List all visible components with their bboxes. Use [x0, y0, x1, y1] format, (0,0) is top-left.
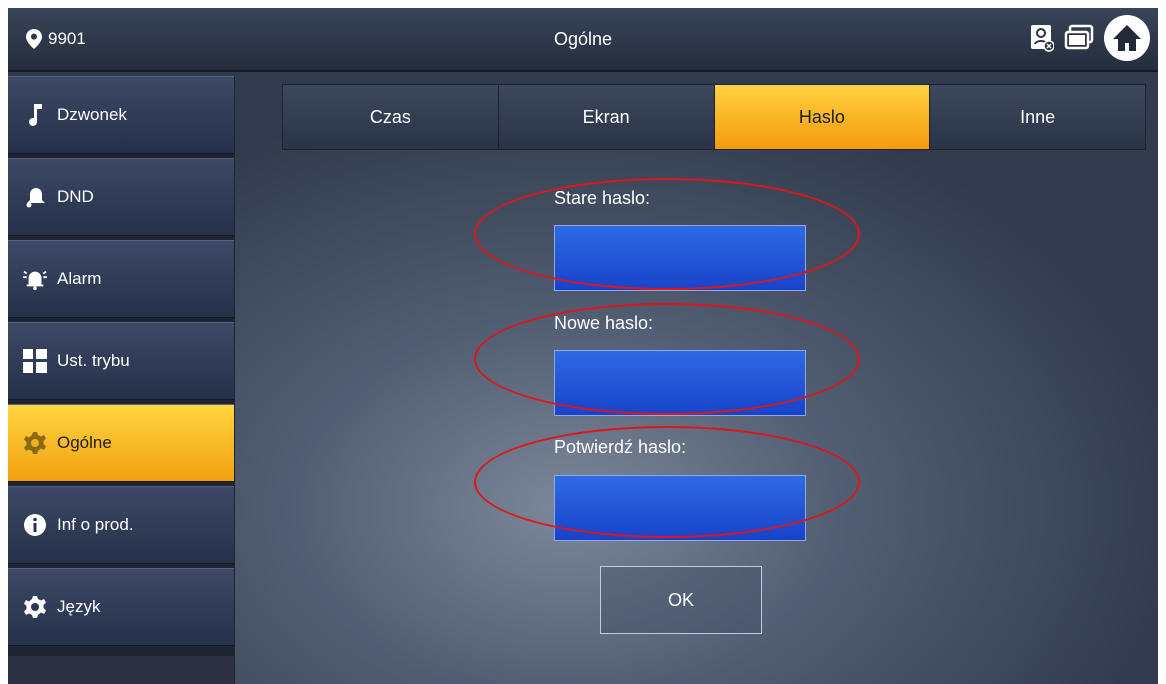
sidebar-item-label: Inf o prod.	[57, 515, 134, 534]
settings-tabs: Czas Ekran Haslo Inne	[282, 84, 1146, 150]
sidebar-item-jezyk[interactable]: Język	[8, 568, 234, 646]
tab-inne[interactable]: Inne	[930, 85, 1145, 149]
new-password-label: Nowe haslo:	[554, 313, 654, 333]
old-password-label: Stare haslo:	[554, 188, 651, 208]
sidebar-item-ogolne[interactable]: Ogólne	[8, 404, 234, 482]
sidebar-item-dnd[interactable]: DND	[8, 158, 234, 236]
home-icon	[1113, 25, 1141, 51]
confirm-password-field[interactable]	[554, 475, 806, 541]
confirm-password-label: Potwierdź haslo:	[554, 437, 687, 457]
sidebar-item-label: Język	[57, 597, 101, 616]
alarm-bell-icon	[23, 267, 47, 291]
sidebar-item-label: DND	[57, 187, 94, 206]
new-password-field[interactable]	[554, 350, 806, 416]
tab-haslo[interactable]: Haslo	[714, 85, 931, 149]
page-title: Ogólne	[553, 29, 613, 49]
sidebar-item-label: Alarm	[57, 269, 102, 288]
sidebar: Dzwonek DND Alarm Ust. trybu Ogólne Inf …	[8, 76, 235, 684]
sidebar-item-label: Ust. trybu	[57, 351, 130, 370]
intercom-screen: 9901 Ogólne Dzwonek DND Alarm Ust. trybu…	[8, 8, 1158, 684]
gear-icon	[23, 431, 47, 455]
monitor-status-icon	[1031, 25, 1054, 52]
tab-ekran[interactable]: Ekran	[498, 85, 715, 149]
music-note-icon	[23, 103, 47, 127]
home-button[interactable]	[1104, 15, 1150, 61]
ok-button[interactable]: OK	[600, 566, 762, 634]
sidebar-item-ust-trybu[interactable]: Ust. trybu	[8, 322, 234, 400]
status-icons	[1030, 24, 1094, 52]
gear-icon	[23, 595, 47, 619]
old-password-field[interactable]	[554, 225, 806, 291]
mode-grid-icon	[23, 349, 47, 373]
info-icon	[23, 513, 47, 537]
sidebar-filler	[8, 656, 234, 684]
sidebar-item-inf-o-prod[interactable]: Inf o prod.	[8, 486, 234, 564]
sidebar-item-dzwonek[interactable]: Dzwonek	[8, 76, 234, 154]
bell-icon	[23, 185, 47, 209]
tab-czas[interactable]: Czas	[283, 85, 499, 149]
sidebar-item-label: Ogólne	[57, 433, 112, 452]
sidebar-item-alarm[interactable]: Alarm	[8, 240, 234, 318]
top-bar: 9901 Ogólne	[8, 8, 1158, 72]
sidebar-item-label: Dzwonek	[57, 105, 127, 124]
network-status-icon	[1064, 24, 1094, 50]
